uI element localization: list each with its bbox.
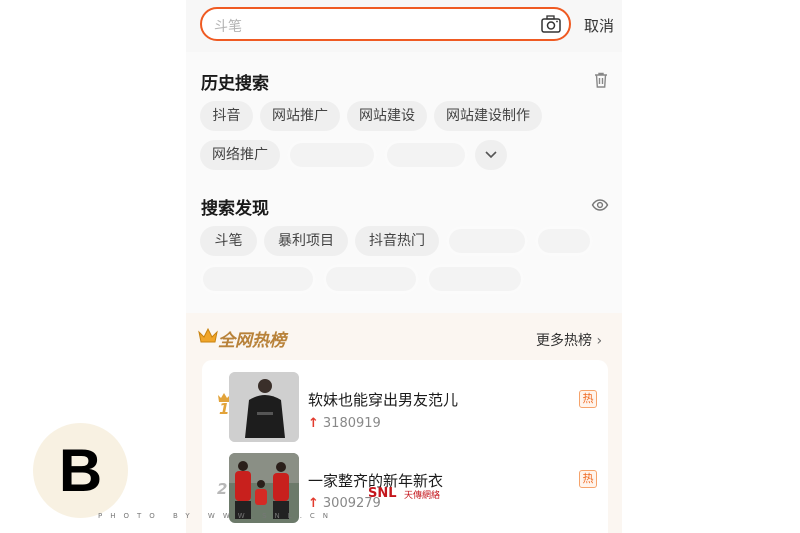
- rank-number: 2: [217, 480, 228, 498]
- rank-number: 1: [219, 400, 230, 418]
- camera-icon[interactable]: [541, 15, 561, 33]
- watermark-logo: SNL: [368, 486, 397, 501]
- hot-badge: 热: [579, 390, 597, 408]
- phone-screen: 斗笔 取消 历史搜索 抖音 网站推广 网站建设 网站建设制作 网络推广 搜索发现…: [186, 0, 622, 533]
- history-title: 历史搜索: [201, 74, 269, 94]
- discover-chip-blank[interactable]: [426, 264, 524, 294]
- chevron-right-icon: ›: [596, 333, 603, 349]
- discover-chip-blank[interactable]: [200, 264, 316, 294]
- cancel-button[interactable]: 取消: [584, 15, 614, 36]
- crown-icon: [198, 328, 218, 343]
- hot-list-card: 1 软妹也能穿出男友范儿 ↑ 3180919 热 2 一家整齐的新年新衣 ↑ 3…: [202, 360, 608, 533]
- history-chip[interactable]: 网站建设制作: [434, 101, 542, 131]
- eye-icon[interactable]: [591, 196, 609, 214]
- search-placeholder: 斗笔: [214, 19, 242, 35]
- trash-icon[interactable]: [592, 71, 610, 89]
- discover-chip-blank[interactable]: [323, 264, 419, 294]
- item-count: ↑ 3180919: [308, 416, 381, 431]
- search-input[interactable]: 斗笔: [200, 7, 571, 41]
- history-chip[interactable]: 抖音: [200, 101, 253, 131]
- search-bar: 斗笔 取消: [186, 0, 622, 52]
- discover-chip-blank[interactable]: [535, 226, 593, 256]
- discover-chip[interactable]: 抖音热门: [355, 226, 439, 256]
- hot-list-title: 全网热榜: [218, 331, 286, 351]
- more-hot-link[interactable]: 更多热榜 ›: [536, 330, 602, 350]
- discover-chip[interactable]: 暴利项目: [264, 226, 348, 256]
- history-chip-blank[interactable]: [287, 140, 377, 170]
- hot-badge: 热: [579, 470, 597, 488]
- history-chip[interactable]: 网站建设: [347, 101, 427, 131]
- chevron-down-icon: [485, 151, 497, 159]
- discover-title: 搜索发现: [201, 199, 269, 219]
- history-chip[interactable]: 网络推广: [200, 140, 280, 170]
- history-chip-blank[interactable]: [384, 140, 468, 170]
- item-thumbnail: [229, 372, 299, 442]
- expand-history-button[interactable]: [475, 140, 507, 170]
- discover-chip[interactable]: 斗笔: [200, 226, 257, 256]
- history-chip[interactable]: 网站推广: [260, 101, 340, 131]
- watermark-subtitle: 天傳網絡: [404, 491, 441, 501]
- more-hot-label: 更多热榜: [536, 333, 592, 349]
- discover-chip-blank[interactable]: [446, 226, 528, 256]
- letter-badge: B: [33, 423, 128, 518]
- watermark-url: PHOTO BY WWW.SNL.CN: [98, 512, 337, 520]
- item-title: 软妹也能穿出男友范儿: [308, 391, 459, 409]
